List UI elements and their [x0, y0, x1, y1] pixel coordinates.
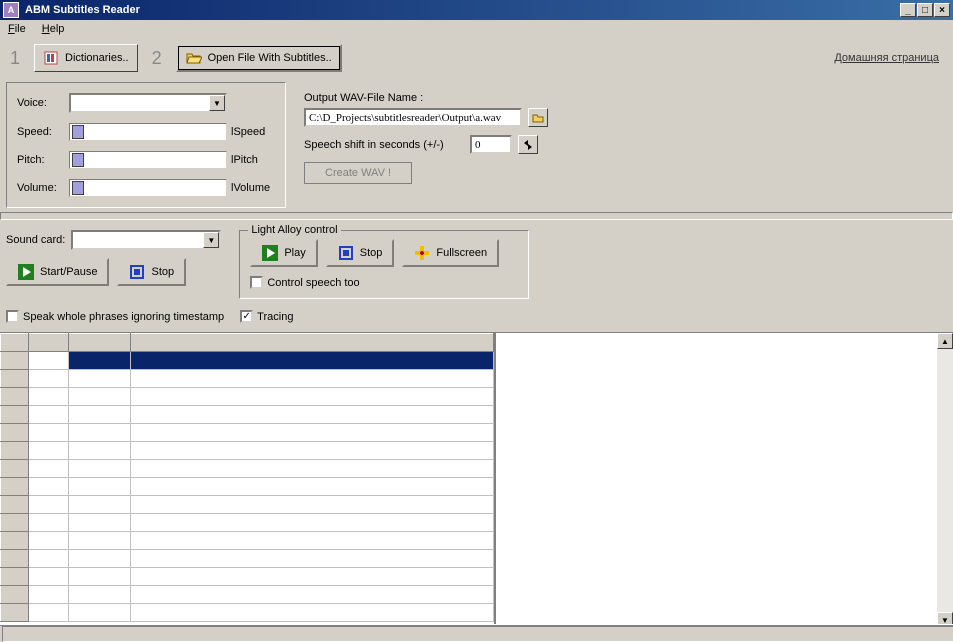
la-play-label: Play — [284, 247, 305, 259]
maximize-button[interactable]: □ — [917, 3, 933, 17]
table-row — [1, 460, 494, 478]
dictionaries-button[interactable]: Dictionaries.. — [34, 44, 138, 72]
tracing-label: Tracing — [257, 311, 293, 323]
stop-button[interactable]: Stop — [117, 258, 186, 286]
table-row — [1, 424, 494, 442]
la-fullscreen-button[interactable]: Fullscreen — [402, 239, 499, 267]
tracing-checkbox[interactable]: ✓ — [240, 310, 253, 323]
la-stop-button[interactable]: Stop — [326, 239, 395, 267]
output-name-label: Output WAV-File Name : — [304, 92, 947, 104]
preview-pane: ▲ ▼ — [494, 333, 953, 628]
scrollbar[interactable]: ▲ ▼ — [937, 333, 953, 628]
scroll-up-icon[interactable]: ▲ — [937, 333, 953, 349]
voice-label: Voice: — [17, 97, 65, 109]
table-row — [1, 388, 494, 406]
sound-card-label: Sound card: — [6, 234, 65, 246]
whole-phrases-label: Speak whole phrases ignoring timestamp — [23, 311, 224, 323]
fullscreen-icon — [414, 245, 430, 261]
pitch-slider[interactable] — [69, 151, 227, 169]
volume-slider[interactable] — [69, 179, 227, 197]
folder-icon — [532, 112, 544, 124]
home-page-link[interactable]: Домашняя страница — [834, 52, 947, 64]
minimize-button[interactable]: _ — [900, 3, 916, 17]
voice-settings-panel: Voice: ▼ Speed: lSpeed Pitch: lPitch Vol… — [6, 82, 286, 208]
browse-file-button[interactable] — [528, 108, 548, 127]
table-row — [1, 514, 494, 532]
table-row — [1, 406, 494, 424]
table-row — [1, 370, 494, 388]
table-row — [1, 442, 494, 460]
titlebar: A ABM Subtitles Reader _ □ × — [0, 0, 953, 20]
chevron-down-icon[interactable]: ▼ — [203, 232, 219, 248]
menu-help[interactable]: Help — [38, 22, 69, 36]
window-title: ABM Subtitles Reader — [23, 4, 900, 16]
app-icon: A — [3, 2, 19, 18]
stop-icon — [129, 264, 145, 280]
menu-file[interactable]: File — [4, 22, 30, 36]
start-pause-label: Start/Pause — [40, 266, 97, 278]
shift-label: Speech shift in seconds (+/-) — [304, 139, 464, 151]
volume-value: lVolume — [231, 182, 275, 194]
speed-value: lSpeed — [231, 126, 275, 138]
whole-phrases-checkbox[interactable] — [6, 310, 19, 323]
play-icon — [18, 264, 34, 280]
light-alloy-group: Light Alloy control Play Stop Fullscreen… — [239, 230, 529, 299]
control-speech-checkbox[interactable] — [250, 276, 263, 289]
stop-icon — [338, 245, 354, 261]
dictionary-icon — [43, 50, 59, 66]
table-row — [1, 496, 494, 514]
subtitles-grid[interactable] — [0, 333, 494, 628]
speed-slider[interactable] — [69, 123, 227, 141]
dictionaries-label: Dictionaries.. — [65, 52, 129, 64]
start-pause-button[interactable]: Start/Pause — [6, 258, 109, 286]
voice-select[interactable]: ▼ — [69, 93, 227, 113]
folder-open-icon — [186, 50, 202, 66]
statusbar — [0, 624, 953, 642]
close-button[interactable]: × — [934, 3, 950, 17]
data-grid-area: ▲ ▼ — [0, 332, 953, 628]
pitch-value: lPitch — [231, 154, 275, 166]
la-stop-label: Stop — [360, 247, 383, 259]
menubar: File Help — [0, 20, 953, 38]
shift-apply-button[interactable] — [518, 135, 538, 154]
create-wav-button[interactable]: Create WAV ! — [304, 162, 412, 184]
shift-input[interactable] — [470, 135, 512, 154]
open-file-label: Open File With Subtitles.. — [208, 52, 332, 64]
table-row — [1, 532, 494, 550]
table-row — [1, 352, 494, 370]
table-row — [1, 550, 494, 568]
play-icon — [262, 245, 278, 261]
light-alloy-legend: Light Alloy control — [248, 224, 340, 236]
step-2-number: 2 — [148, 48, 166, 69]
sound-card-select[interactable]: ▼ — [71, 230, 221, 250]
output-file-input[interactable] — [304, 108, 522, 127]
la-play-button[interactable]: Play — [250, 239, 317, 267]
stop-label: Stop — [151, 266, 174, 278]
table-row — [1, 604, 494, 622]
step-1-number: 1 — [6, 48, 24, 69]
arrows-icon — [522, 139, 534, 151]
speed-label: Speed: — [17, 126, 65, 138]
output-panel: Output WAV-File Name : Speech shift in s… — [304, 82, 947, 208]
table-row — [1, 568, 494, 586]
volume-label: Volume: — [17, 182, 65, 194]
separator — [0, 212, 953, 220]
pitch-label: Pitch: — [17, 154, 65, 166]
la-fullscreen-label: Fullscreen — [436, 247, 487, 259]
open-file-button[interactable]: Open File With Subtitles.. — [176, 44, 342, 72]
table-row — [1, 586, 494, 604]
chevron-down-icon[interactable]: ▼ — [209, 95, 225, 111]
control-speech-label: Control speech too — [267, 277, 359, 289]
table-row — [1, 478, 494, 496]
